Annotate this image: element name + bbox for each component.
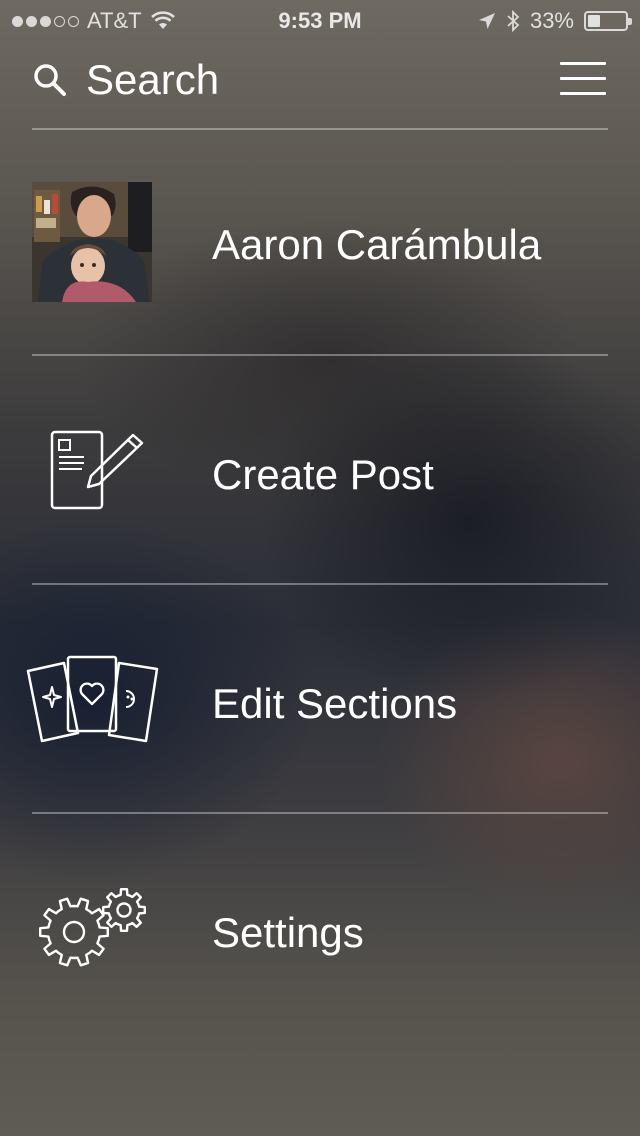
battery-icon <box>584 11 632 31</box>
search-bar[interactable]: Search <box>32 52 608 112</box>
create-post-label: Create Post <box>212 451 434 498</box>
cards-icon <box>26 655 159 743</box>
bluetooth-icon <box>507 10 520 32</box>
gears-icon <box>39 888 146 967</box>
status-right: 33% <box>478 8 632 34</box>
avatar[interactable] <box>32 182 152 302</box>
edit-sections-label: Edit Sections <box>212 680 458 727</box>
profile-name: Aaron Carámbula <box>212 221 542 268</box>
search-icon[interactable] <box>32 62 68 98</box>
menu-item-create-post[interactable]: Create Post <box>0 356 640 582</box>
settings-label: Settings <box>212 909 364 956</box>
create-post-icon <box>50 430 144 510</box>
status-bar: AT&T 9:53 PM 33% <box>0 0 640 40</box>
battery-percent: 33% <box>529 8 574 33</box>
search-label[interactable]: Search <box>86 56 219 104</box>
location-arrow-icon <box>478 13 495 29</box>
menu-item-settings[interactable]: Settings <box>0 814 640 1040</box>
hamburger-menu-icon[interactable] <box>560 62 606 96</box>
menu-item-edit-sections[interactable]: Edit Sections <box>0 585 640 811</box>
